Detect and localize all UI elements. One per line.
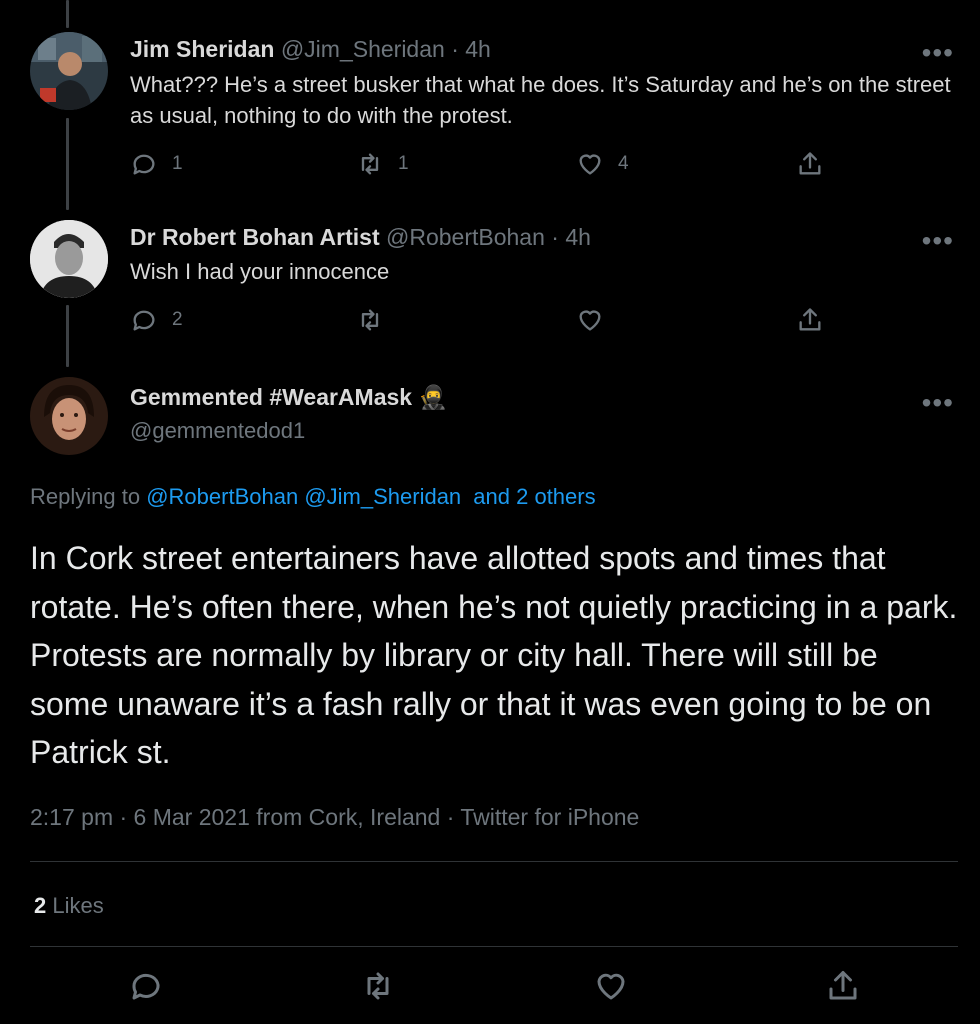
retweet-icon — [361, 309, 379, 331]
more-icon[interactable]: ••• — [922, 389, 954, 417]
author-handle[interactable]: @Jim_Sheridan — [281, 36, 445, 62]
share-button[interactable] — [796, 306, 824, 334]
share-icon — [799, 152, 821, 175]
heart-icon — [579, 310, 601, 331]
divider — [30, 946, 958, 947]
separator-dot: · — [451, 36, 459, 62]
reply-button[interactable]: 1 — [130, 150, 183, 178]
share-icon — [829, 971, 857, 1000]
tweet-header: Dr Robert Bohan Artist @RobertBohan · 4h — [130, 224, 591, 251]
replying-prefix: Replying to — [30, 484, 141, 509]
heart-icon — [597, 973, 625, 1000]
avatar-jim-sheridan[interactable] — [30, 32, 108, 110]
divider — [30, 861, 958, 862]
tweet-meta[interactable]: 2:17 pm · 6 Mar 2021 from Cork, Ireland … — [30, 804, 639, 831]
retweet-button[interactable] — [360, 968, 396, 1009]
replying-to: Replying to @RobertBohan @Jim_Sheridan a… — [30, 484, 596, 510]
reply-button[interactable]: 2 — [130, 306, 183, 334]
heart-icon — [579, 154, 601, 175]
like-count: 4 — [618, 153, 629, 174]
thread-line-top — [66, 0, 69, 28]
avatar-robert-bohan[interactable] — [30, 220, 108, 298]
thread-line-1 — [66, 118, 69, 210]
mention-jim-sheridan[interactable]: @Jim_Sheridan — [304, 484, 461, 509]
likes-count: 2 — [34, 893, 47, 918]
more-icon[interactable]: ••• — [922, 227, 954, 255]
author-handle[interactable]: @gemmentedod1 — [130, 418, 305, 444]
tweet-time[interactable]: 4h — [465, 36, 491, 62]
likes-summary[interactable]: 2 Likes — [34, 893, 104, 919]
retweet-icon — [367, 972, 389, 1000]
mention-others[interactable]: and 2 others — [473, 484, 595, 509]
like-button[interactable] — [593, 968, 629, 1009]
author-handle[interactable]: @RobertBohan — [386, 224, 545, 250]
reply-icon — [133, 310, 155, 331]
retweet-count: 1 — [398, 153, 409, 174]
reply-icon — [132, 973, 160, 1000]
tweet-text: What??? He’s a street busker that what h… — [130, 72, 951, 128]
share-icon — [799, 308, 821, 331]
reply-icon — [133, 154, 155, 175]
author-name[interactable]: Jim Sheridan — [130, 36, 274, 62]
tweet-header: Jim Sheridan @Jim_Sheridan · 4h — [130, 36, 491, 63]
retweet-button[interactable] — [356, 306, 398, 334]
main-tweet-text: In Cork street entertainers have allotte… — [30, 540, 958, 770]
author-name[interactable]: Dr Robert Bohan Artist — [130, 224, 380, 250]
reply-count: 2 — [172, 309, 183, 330]
share-button[interactable] — [825, 968, 861, 1009]
tweet-text: Wish I had your innocence — [130, 259, 390, 284]
reply-button[interactable] — [128, 968, 164, 1009]
mention-robert-bohan[interactable]: @RobertBohan — [146, 484, 298, 509]
author-name[interactable]: Gemmented #WearAMask 🥷 — [130, 384, 447, 411]
thread-line-2 — [66, 305, 69, 367]
likes-label: Likes — [52, 893, 104, 918]
like-button[interactable] — [576, 306, 618, 334]
retweet-button[interactable]: 1 — [356, 150, 409, 178]
like-button[interactable]: 4 — [576, 150, 629, 178]
separator-dot: · — [551, 224, 559, 250]
retweet-icon — [361, 153, 379, 175]
reply-count: 1 — [172, 153, 183, 174]
tweet-time[interactable]: 4h — [565, 224, 591, 250]
avatar-gemmented[interactable] — [30, 377, 108, 455]
more-icon[interactable]: ••• — [922, 39, 954, 67]
share-button[interactable] — [796, 150, 824, 178]
